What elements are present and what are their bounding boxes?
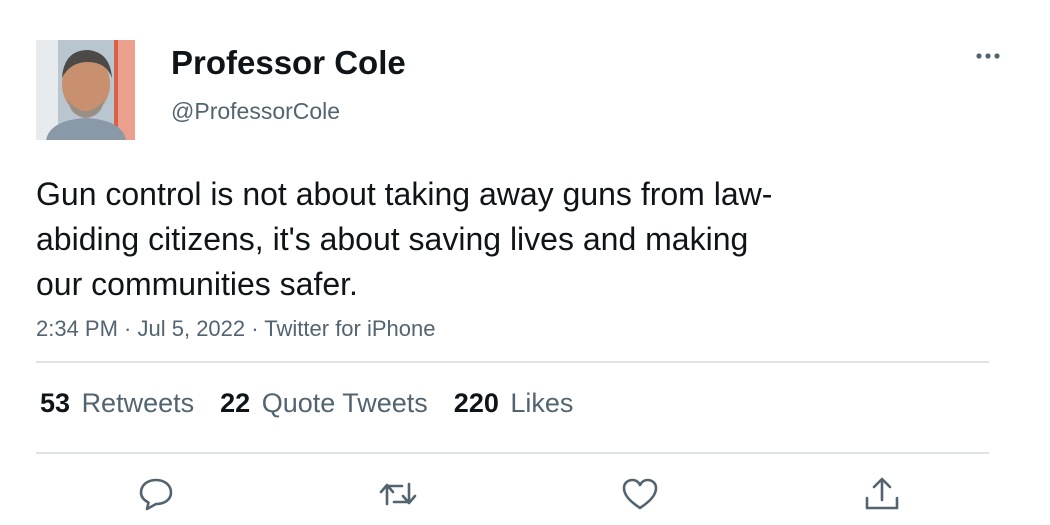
quote-tweets-count: 22: [220, 388, 251, 418]
tweet-meta: 2:34 PM · Jul 5, 2022 · Twitter for iPho…: [36, 316, 435, 342]
divider: [36, 452, 989, 454]
likes-label: Likes: [510, 388, 574, 418]
share-icon[interactable]: [862, 474, 902, 514]
engagement-stats: 53 Retweets 22 Quote Tweets 220 Likes: [40, 388, 599, 419]
more-horizontal-icon[interactable]: [968, 40, 1008, 70]
tweet-source[interactable]: Twitter for iPhone: [264, 316, 435, 341]
tweet-card: Professor Cole @ProfessorCole Gun contro…: [0, 0, 1050, 525]
tweet-text-line: abiding citizens, it's about saving live…: [36, 221, 749, 257]
retweets-label: Retweets: [81, 388, 195, 418]
reply-icon[interactable]: [136, 474, 176, 514]
avatar[interactable]: [36, 40, 135, 140]
tweet-time[interactable]: 2:34 PM: [36, 316, 118, 341]
display-name[interactable]: Professor Cole: [171, 44, 406, 82]
heart-icon[interactable]: [620, 474, 660, 514]
tweet-text-line: our communities safer.: [36, 266, 358, 302]
tweet-text: Gun control is not about taking away gun…: [36, 172, 866, 307]
tweet-date[interactable]: Jul 5, 2022: [138, 316, 246, 341]
retweets-count: 53: [40, 388, 71, 418]
divider: [36, 361, 989, 363]
retweet-icon[interactable]: [378, 474, 418, 514]
quote-tweets-label: Quote Tweets: [261, 388, 428, 418]
retweets-stat[interactable]: 53 Retweets: [40, 388, 194, 419]
meta-separator: ·: [245, 316, 265, 341]
likes-count: 220: [453, 388, 499, 418]
quote-tweets-stat[interactable]: 22 Quote Tweets: [220, 388, 428, 419]
meta-separator: ·: [117, 316, 138, 341]
tweet-text-line: Gun control is not about taking away gun…: [36, 176, 773, 212]
user-handle[interactable]: @ProfessorCole: [171, 98, 340, 125]
likes-stat[interactable]: 220 Likes: [454, 388, 574, 419]
